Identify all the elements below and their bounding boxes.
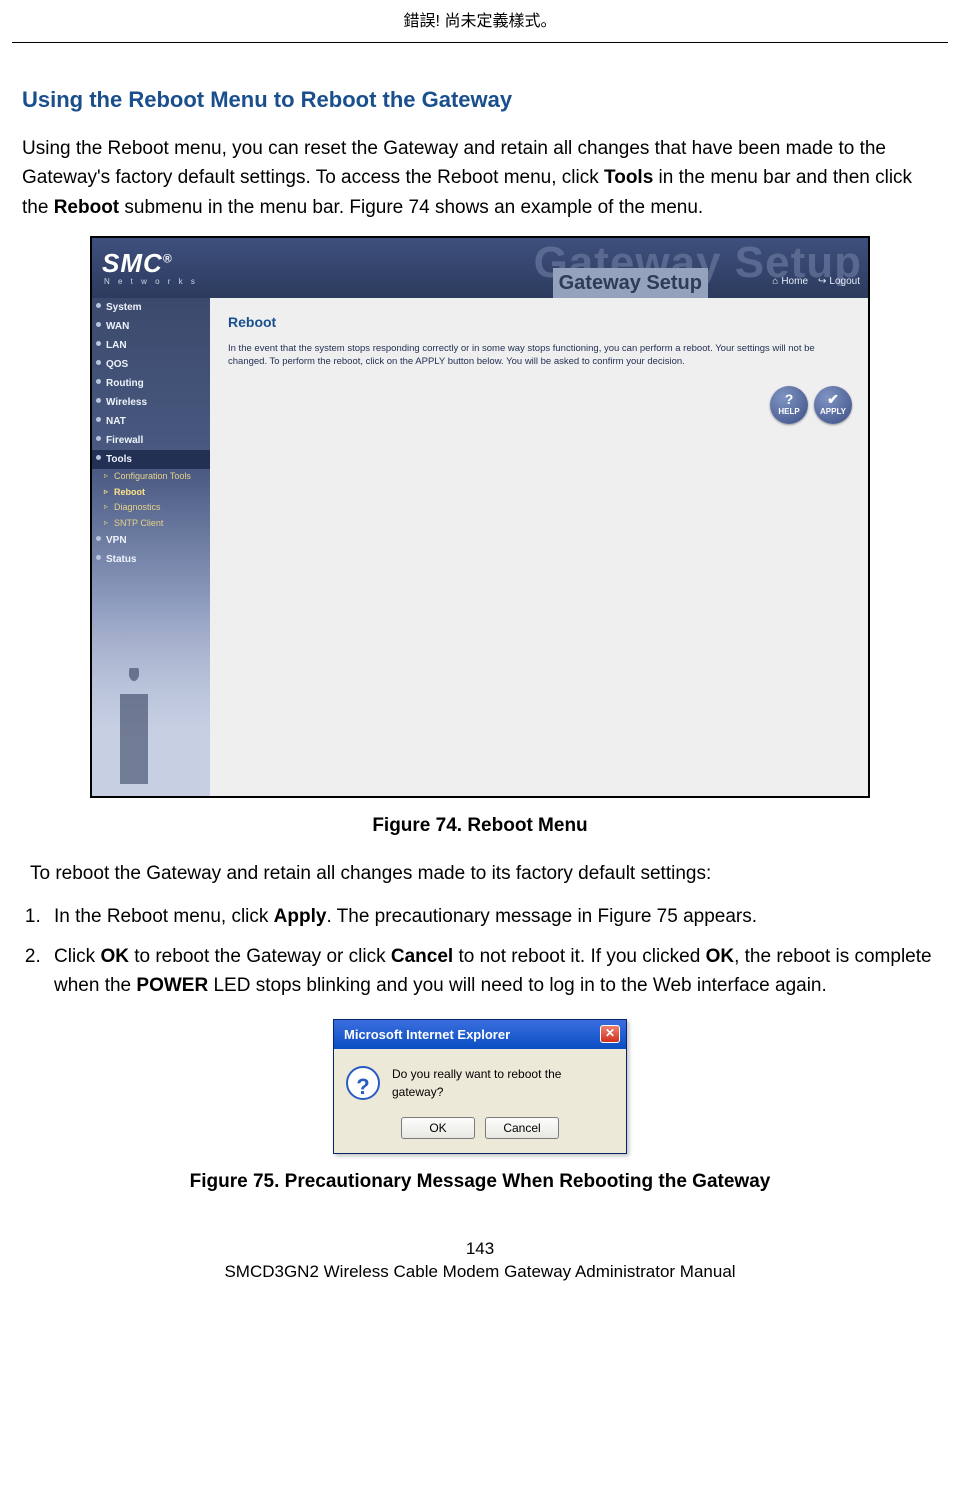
figure-75-caption: Figure 75. Precautionary Message When Re… xyxy=(22,1168,938,1197)
step2-b4: POWER xyxy=(136,975,208,996)
brand-reg: ® xyxy=(163,252,173,266)
step-1: In the Reboot menu, click Apply. The pre… xyxy=(46,902,938,931)
sidebar-item-tools[interactable]: Tools xyxy=(92,450,210,469)
intro-paragraph: Using the Reboot menu, you can reset the… xyxy=(22,134,938,222)
section-title: Using the Reboot Menu to Reboot the Gate… xyxy=(22,83,938,116)
home-link[interactable]: ⌂ Home xyxy=(772,274,808,289)
sidebar-item-lan[interactable]: LAN xyxy=(92,336,210,355)
sidebar-item-firewall[interactable]: Firewall xyxy=(92,431,210,450)
step-2: Click OK to reboot the Gateway or click … xyxy=(46,942,938,1001)
sidebar-item-wan[interactable]: WAN xyxy=(92,317,210,336)
question-icon xyxy=(346,1066,380,1100)
apply-icon: ✔ xyxy=(827,392,839,406)
sidebar-item-routing[interactable]: Routing xyxy=(92,374,210,393)
close-icon: ✕ xyxy=(605,1026,615,1040)
main-panel: Reboot In the event that the system stop… xyxy=(210,298,868,796)
lead-paragraph: To reboot the Gateway and retain all cha… xyxy=(30,859,938,888)
step2-t3: to not reboot it. If you clicked xyxy=(453,946,705,967)
header-label: Gateway Setup xyxy=(553,268,708,298)
page-number: 143 xyxy=(0,1237,960,1261)
sidebar: SystemWANLANQOSRoutingWirelessNATFirewal… xyxy=(92,298,210,796)
logout-icon: ↪ xyxy=(818,274,826,289)
sidebar-item-qos[interactable]: QOS xyxy=(92,355,210,374)
figure-75-dialog: Microsoft Internet Explorer ✕ Do you rea… xyxy=(333,1019,627,1155)
sidebar-subitem-sntp-client[interactable]: SNTP Client xyxy=(92,516,210,532)
header-rule xyxy=(12,42,948,43)
step2-b3: OK xyxy=(706,946,735,967)
cancel-button[interactable]: Cancel xyxy=(485,1117,559,1139)
step2-b1: OK xyxy=(100,946,129,967)
header-links: ⌂ Home ↪ Logout xyxy=(772,274,860,289)
panel-desc: In the event that the system stops respo… xyxy=(228,343,848,368)
sidebar-item-vpn[interactable]: VPN xyxy=(92,531,210,550)
dialog-titlebar: Microsoft Internet Explorer ✕ xyxy=(334,1020,626,1050)
step1-t1: In the Reboot menu, click xyxy=(54,906,274,927)
brand-text: SMC xyxy=(102,248,163,278)
figure-74-screenshot: SMC® N e t w o r k s Gateway Setup Gatew… xyxy=(90,236,870,798)
step1-b1: Apply xyxy=(274,906,327,927)
steps-list: In the Reboot menu, click Apply. The pre… xyxy=(22,902,938,1000)
step2-t5: LED stops blinking and you will need to … xyxy=(208,975,827,996)
logout-link-label: Logout xyxy=(829,274,860,289)
apply-button[interactable]: ✔ APPLY xyxy=(814,386,852,424)
page-header-error: 錯誤! 尚未定義樣式。 xyxy=(0,0,960,42)
sidebar-subitem-diagnostics[interactable]: Diagnostics xyxy=(92,500,210,516)
intro-text-3: submenu in the menu bar. Figure 74 shows… xyxy=(119,197,703,218)
step2-t1: Click xyxy=(54,946,100,967)
figure-74-caption: Figure 74. Reboot Menu xyxy=(22,812,938,841)
home-link-label: Home xyxy=(781,274,808,289)
sidebar-item-nat[interactable]: NAT xyxy=(92,412,210,431)
sidebar-item-system[interactable]: System xyxy=(92,298,210,317)
step1-t2: . The precautionary message in Figure 75… xyxy=(326,906,757,927)
help-label: HELP xyxy=(778,406,799,418)
panel-title: Reboot xyxy=(228,312,850,333)
apply-label: APPLY xyxy=(820,406,846,418)
intro-bold-reboot: Reboot xyxy=(54,197,119,218)
sidebar-subitem-reboot[interactable]: Reboot xyxy=(92,485,210,501)
intro-bold-tools: Tools xyxy=(604,167,653,188)
close-button[interactable]: ✕ xyxy=(600,1025,620,1043)
sidebar-subitem-configuration-tools[interactable]: Configuration Tools xyxy=(92,469,210,485)
dialog-message: Do you really want to reboot the gateway… xyxy=(392,1065,614,1101)
step2-t2: to reboot the Gateway or click xyxy=(129,946,391,967)
dialog-title-text: Microsoft Internet Explorer xyxy=(344,1025,510,1045)
sidebar-item-wireless[interactable]: Wireless xyxy=(92,393,210,412)
logout-link[interactable]: ↪ Logout xyxy=(818,274,860,289)
manual-title: SMCD3GN2 Wireless Cable Modem Gateway Ad… xyxy=(0,1260,960,1284)
sidebar-item-status[interactable]: Status xyxy=(92,550,210,569)
help-icon: ? xyxy=(785,392,794,406)
ok-button[interactable]: OK xyxy=(401,1117,475,1139)
dialog-body: Do you really want to reboot the gateway… xyxy=(334,1049,626,1153)
home-icon: ⌂ xyxy=(772,274,778,289)
brand-subtext: N e t w o r k s xyxy=(104,276,198,288)
step2-b2: Cancel xyxy=(391,946,453,967)
gw-header: SMC® N e t w o r k s Gateway Setup Gatew… xyxy=(92,238,868,298)
help-button[interactable]: ? HELP xyxy=(770,386,808,424)
page-footer: 143 SMCD3GN2 Wireless Cable Modem Gatewa… xyxy=(0,1237,960,1303)
